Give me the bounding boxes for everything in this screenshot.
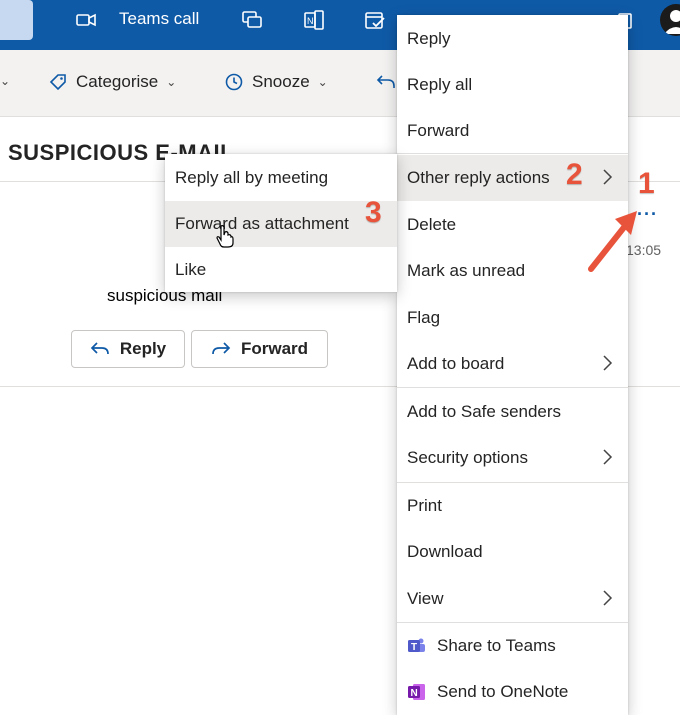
- svg-text:T: T: [411, 642, 417, 653]
- chevron-down-icon: ⌄: [166, 75, 177, 89]
- categorise-button[interactable]: Categorise ⌄: [48, 72, 176, 92]
- submenu-item-label: Reply all by meeting: [175, 168, 329, 187]
- snooze-button[interactable]: Snooze ⌄: [224, 72, 328, 92]
- menu-item-label: Mark as unread: [407, 261, 526, 280]
- menu-separator: [397, 153, 628, 154]
- video-icon[interactable]: [74, 8, 98, 32]
- menu-item-label: Add to board: [407, 354, 505, 373]
- annotation-arrow-icon: [585, 205, 645, 280]
- menu-item-label: Reply all: [407, 75, 473, 94]
- menu-item-label: Print: [407, 496, 442, 515]
- calendar-icon[interactable]: [363, 8, 387, 32]
- menu-item-label: Reply: [407, 29, 451, 48]
- submenu-item-forward-as-attachment[interactable]: Forward as attachment: [165, 201, 397, 247]
- submenu-item-reply-all-by-meeting[interactable]: Reply all by meeting: [165, 155, 397, 201]
- menu-item-label: Security options: [407, 448, 528, 467]
- svg-text:N: N: [307, 16, 314, 26]
- chevron-down-icon[interactable]: ⌄: [0, 74, 10, 88]
- chevron-down-icon: ⌄: [317, 75, 328, 89]
- menu-item-label: Add to Safe senders: [407, 402, 562, 421]
- snooze-label: Snooze: [252, 72, 310, 91]
- menu-item-print[interactable]: Print: [397, 484, 628, 528]
- menu-separator: [397, 622, 628, 623]
- undo-icon[interactable]: [376, 72, 396, 97]
- menu-item-label: Share to Teams: [437, 636, 556, 655]
- svg-text:N: N: [411, 688, 418, 699]
- menu-item-label: Flag: [407, 308, 441, 327]
- reply-arrow-icon: [90, 342, 109, 355]
- clock-icon: [225, 73, 243, 91]
- menu-item-view[interactable]: View: [397, 577, 628, 621]
- annotation-step-1: 1: [638, 167, 655, 200]
- menu-item-label: Forward: [407, 121, 470, 140]
- chevron-right-icon: [603, 449, 613, 465]
- menu-item-security-options[interactable]: Security options: [397, 436, 628, 480]
- menu-item-reply[interactable]: Reply: [397, 17, 628, 61]
- categorise-label: Categorise: [76, 72, 159, 91]
- menu-item-download[interactable]: Download: [397, 530, 628, 574]
- menu-item-reply-all[interactable]: Reply all: [397, 63, 628, 107]
- submenu-item-like[interactable]: Like: [165, 247, 397, 293]
- menu-item-other-reply-actions[interactable]: Other reply actions: [397, 155, 628, 201]
- teams-call-label[interactable]: Teams call: [119, 9, 199, 29]
- tag-icon: [49, 74, 66, 91]
- reply-button[interactable]: Reply: [71, 330, 185, 368]
- submenu-item-label: Forward as attachment: [175, 214, 349, 233]
- chevron-right-icon: [603, 590, 613, 606]
- menu-item-share-to-teams[interactable]: T Share to Teams: [397, 624, 628, 668]
- onenote-icon: N: [408, 684, 425, 700]
- menu-item-label: Delete: [407, 215, 457, 234]
- chevron-right-icon: [603, 355, 613, 371]
- hand-cursor-icon: [215, 224, 235, 253]
- menu-item-label: Download: [407, 542, 483, 561]
- menu-item-label: View: [407, 589, 444, 608]
- menu-item-forward[interactable]: Forward: [397, 109, 628, 153]
- chat-icon[interactable]: [240, 8, 264, 32]
- forward-button-label: Forward: [240, 339, 309, 358]
- outlook-icon[interactable]: N: [302, 8, 326, 32]
- annotation-step-2: 2: [566, 158, 583, 191]
- menu-item-flag[interactable]: Flag: [397, 296, 628, 340]
- submenu-item-label: Like: [175, 260, 207, 279]
- menu-item-add-to-safe-senders[interactable]: Add to Safe senders: [397, 390, 628, 434]
- annotation-step-3: 3: [365, 196, 382, 229]
- menu-item-add-to-board[interactable]: Add to board: [397, 342, 628, 386]
- forward-arrow-icon: [212, 342, 231, 355]
- search-box[interactable]: [0, 0, 33, 40]
- menu-item-label: Other reply actions: [407, 168, 550, 187]
- menu-separator: [397, 482, 628, 483]
- chevron-right-icon: [603, 169, 613, 185]
- reply-button-label: Reply: [119, 339, 167, 358]
- menu-separator: [397, 387, 628, 388]
- forward-button[interactable]: Forward: [191, 330, 328, 368]
- menu-item-send-to-onenote[interactable]: N Send to OneNote: [397, 670, 628, 714]
- menu-item-label: Send to OneNote: [437, 682, 569, 701]
- teams-icon: T: [408, 638, 425, 653]
